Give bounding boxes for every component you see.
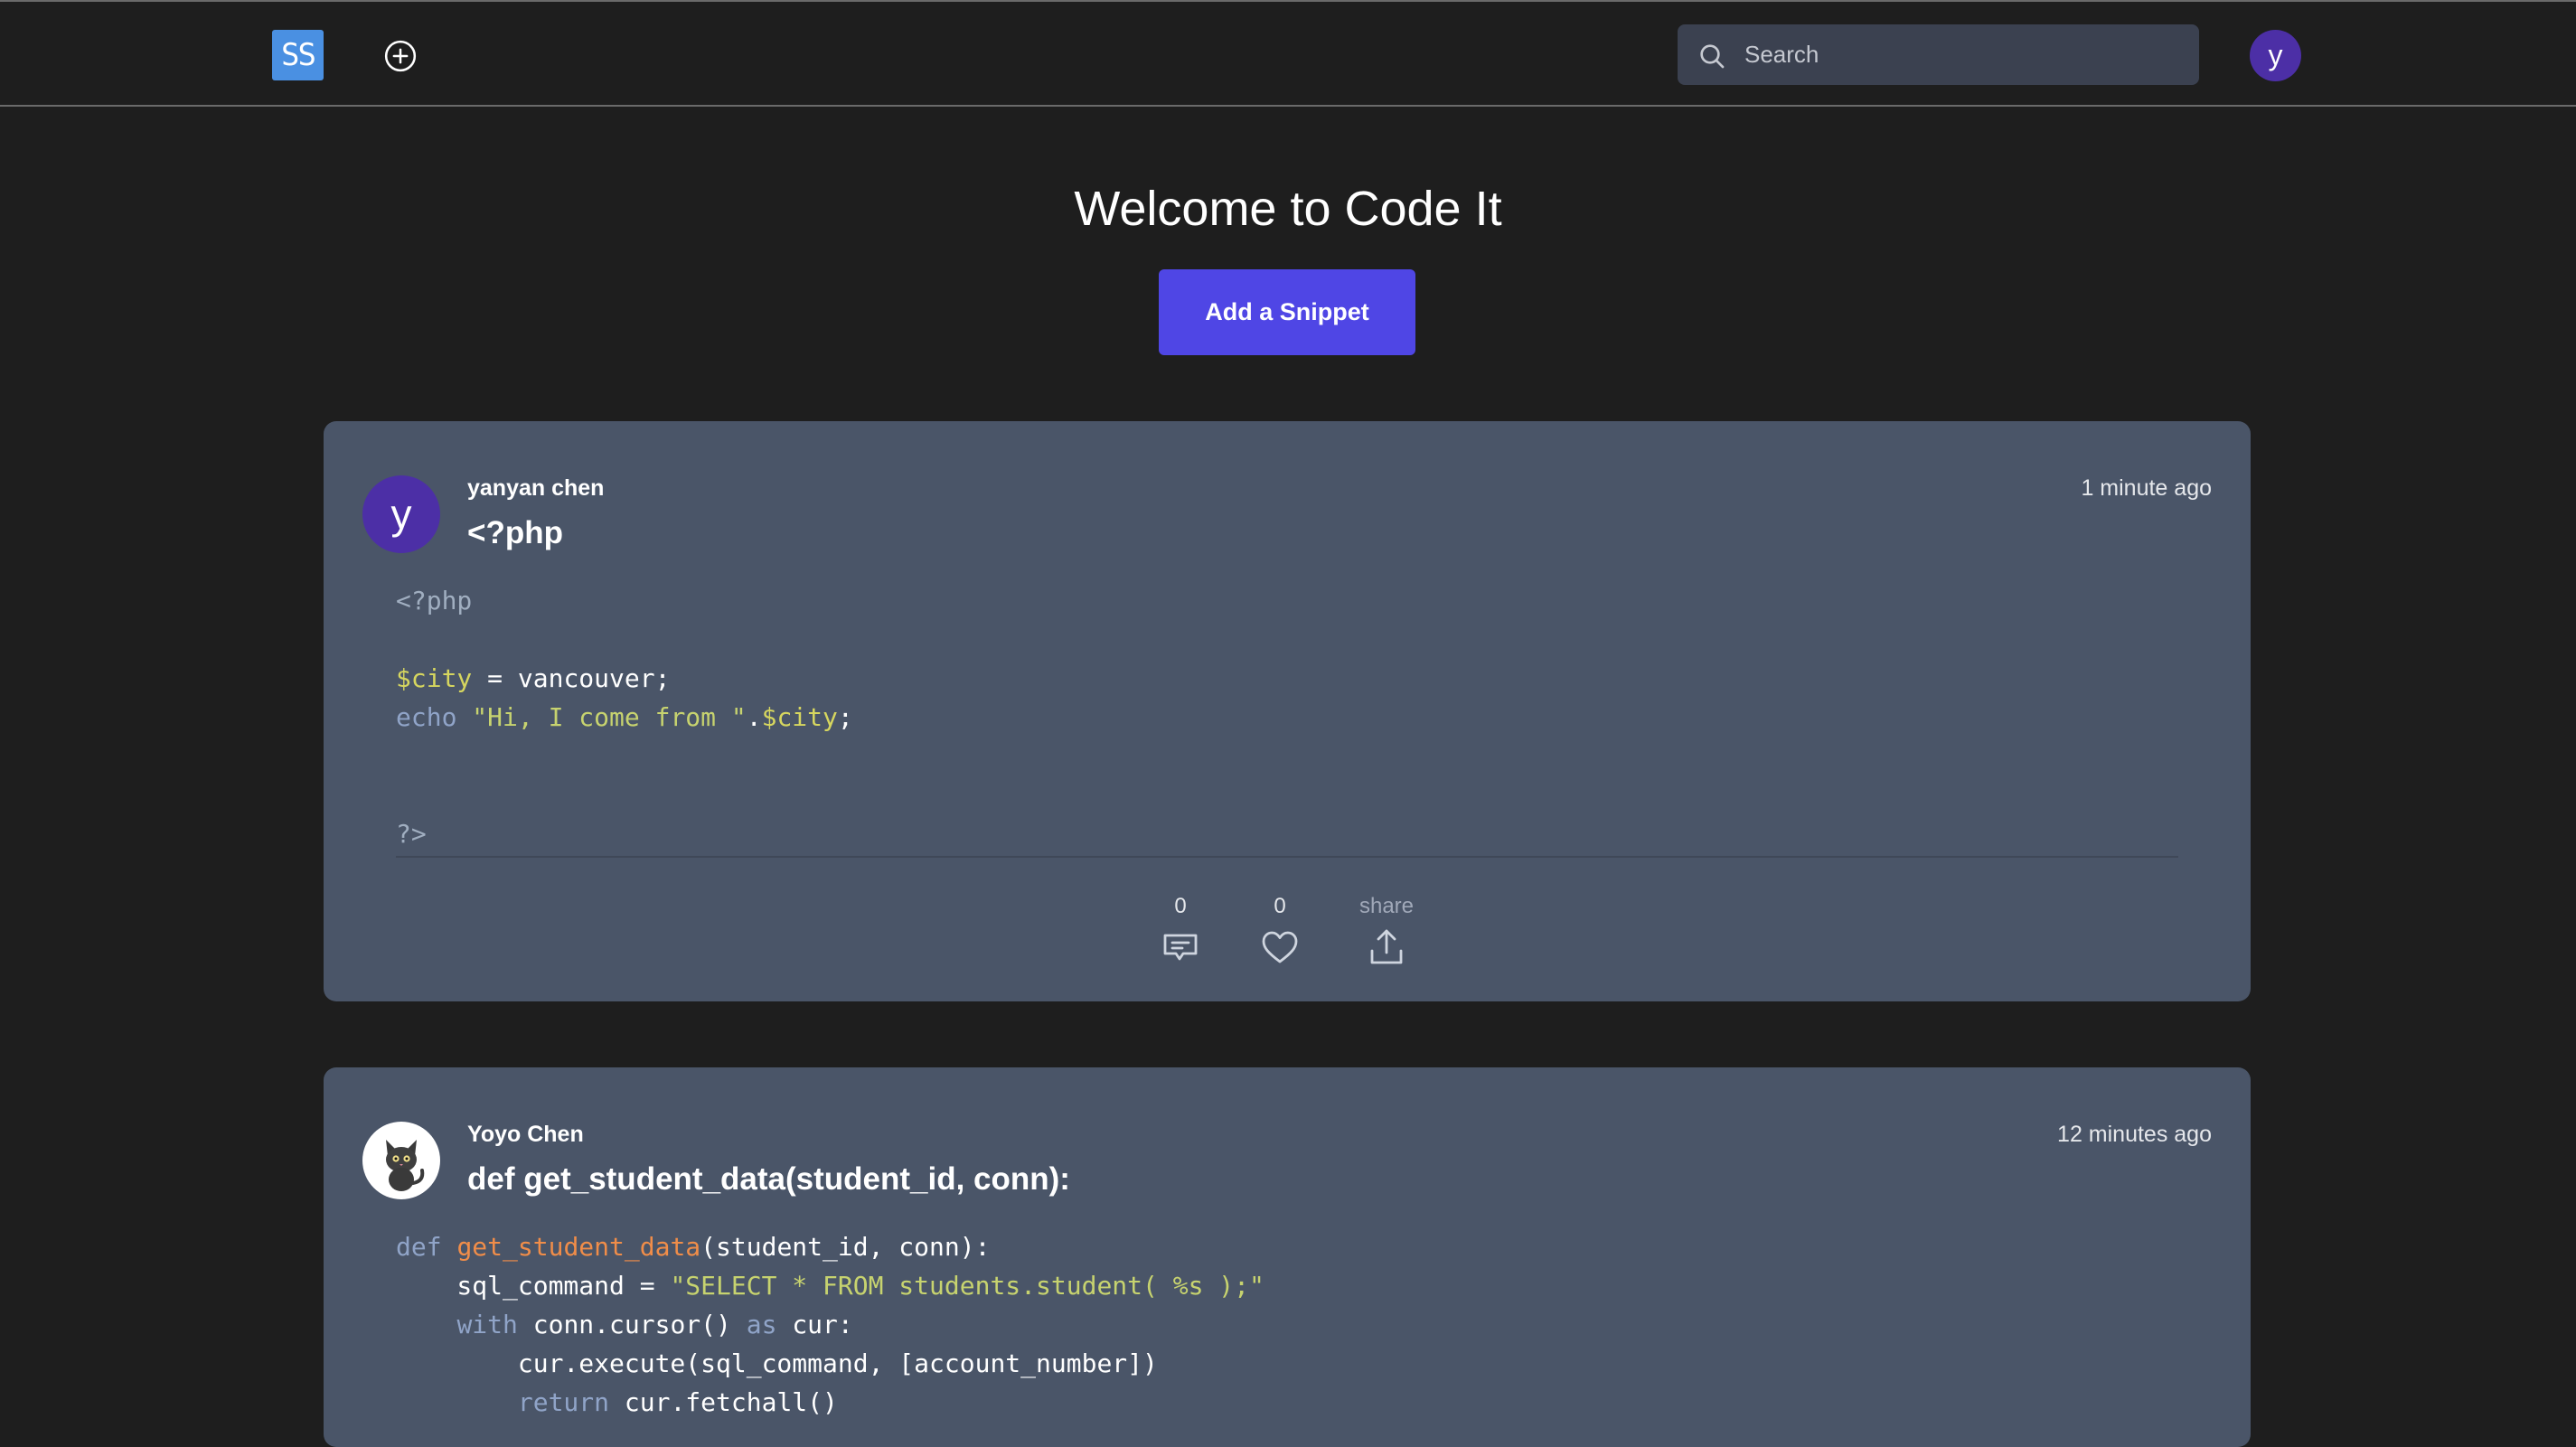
code-token: ; xyxy=(837,702,853,732)
snippet-actions: 0 0 share xyxy=(324,891,2251,982)
share-button[interactable]: share xyxy=(1350,891,1423,969)
snippet-card[interactable]: Yoyo Chen def get_student_data(student_i… xyxy=(324,1067,2251,1447)
author-avatar[interactable]: y xyxy=(362,475,440,553)
code-token: . xyxy=(746,702,762,732)
cat-avatar-icon xyxy=(386,1140,425,1191)
code-token: "Hi, I come from " xyxy=(472,702,747,732)
like-button[interactable]: 0 xyxy=(1244,891,1316,969)
code-token: $city xyxy=(396,663,473,693)
search-icon xyxy=(1700,44,1725,69)
code-token: $city xyxy=(761,702,838,732)
code-token: <?php xyxy=(396,586,473,615)
comment-count: 0 xyxy=(1174,894,1187,918)
code-token: "SELECT * FROM students.student( %s );" xyxy=(670,1271,1264,1301)
snippet-title[interactable]: def get_student_data(student_id, conn): xyxy=(467,1161,1070,1198)
comment-icon xyxy=(1163,934,1198,961)
code-token: return xyxy=(517,1387,625,1417)
code-line: ?> xyxy=(396,814,853,853)
like-count: 0 xyxy=(1274,894,1286,918)
code-line: sql_command = "SELECT * FROM students.st… xyxy=(396,1266,1264,1305)
code-token: echo xyxy=(396,702,473,732)
code-token: conn.cursor() xyxy=(532,1310,747,1339)
app-logo[interactable]: SS xyxy=(272,30,324,80)
search-bar xyxy=(1678,24,2199,85)
author-avatar[interactable] xyxy=(362,1122,440,1199)
code-token: with xyxy=(456,1310,533,1339)
timestamp: 12 minutes ago xyxy=(2057,1122,2212,1147)
timestamp: 1 minute ago xyxy=(2081,475,2212,501)
code-token: cur.fetchall() xyxy=(624,1387,838,1417)
code-token: = vancouver; xyxy=(472,663,671,693)
code-line: return cur.fetchall() xyxy=(396,1383,1264,1422)
code-token: cur.execute(sql_command, [account_number… xyxy=(396,1348,1158,1378)
heart-icon xyxy=(1262,931,1298,963)
code-token: def xyxy=(396,1232,457,1262)
snippet-card[interactable]: y yanyan chen <?php 1 minute ago <?php $… xyxy=(324,421,2251,1001)
comment-button[interactable]: 0 xyxy=(1144,891,1217,969)
page-title: Welcome to Code It xyxy=(1074,182,1502,236)
code-token: cur: xyxy=(792,1310,853,1339)
author-name[interactable]: yanyan chen xyxy=(467,475,604,502)
code-line: cur.execute(sql_command, [account_number… xyxy=(396,1344,1264,1383)
code-line: <?php xyxy=(396,581,853,620)
code-block: <?php $city = vancouver; echo "Hi, I come… xyxy=(396,581,853,853)
code-line: def get_student_data(student_id, conn): xyxy=(396,1227,1264,1266)
add-circle-icon[interactable] xyxy=(383,39,418,73)
code-token: get_student_data xyxy=(456,1232,701,1262)
share-label: share xyxy=(1359,894,1415,918)
divider xyxy=(396,856,2178,858)
top-navbar: SS y xyxy=(0,0,2576,107)
code-token: as xyxy=(746,1310,793,1339)
user-avatar[interactable]: y xyxy=(2250,30,2301,81)
search-input[interactable] xyxy=(1743,24,2186,85)
share-upload-icon xyxy=(1370,929,1403,964)
code-line: echo "Hi, I come from ".$city; xyxy=(396,698,853,737)
code-token: sql_command = xyxy=(396,1271,671,1301)
author-name[interactable]: Yoyo Chen xyxy=(467,1122,584,1148)
code-token: (student_id, conn): xyxy=(700,1232,991,1262)
add-snippet-button[interactable]: Add a Snippet xyxy=(1159,269,1415,355)
snippet-title[interactable]: <?php xyxy=(467,515,563,551)
code-line: with conn.cursor() as cur: xyxy=(396,1305,1264,1344)
code-block: def get_student_data(student_id, conn): … xyxy=(396,1227,1264,1422)
code-token: ?> xyxy=(396,819,427,849)
code-line: $city = vancouver; xyxy=(396,659,853,698)
